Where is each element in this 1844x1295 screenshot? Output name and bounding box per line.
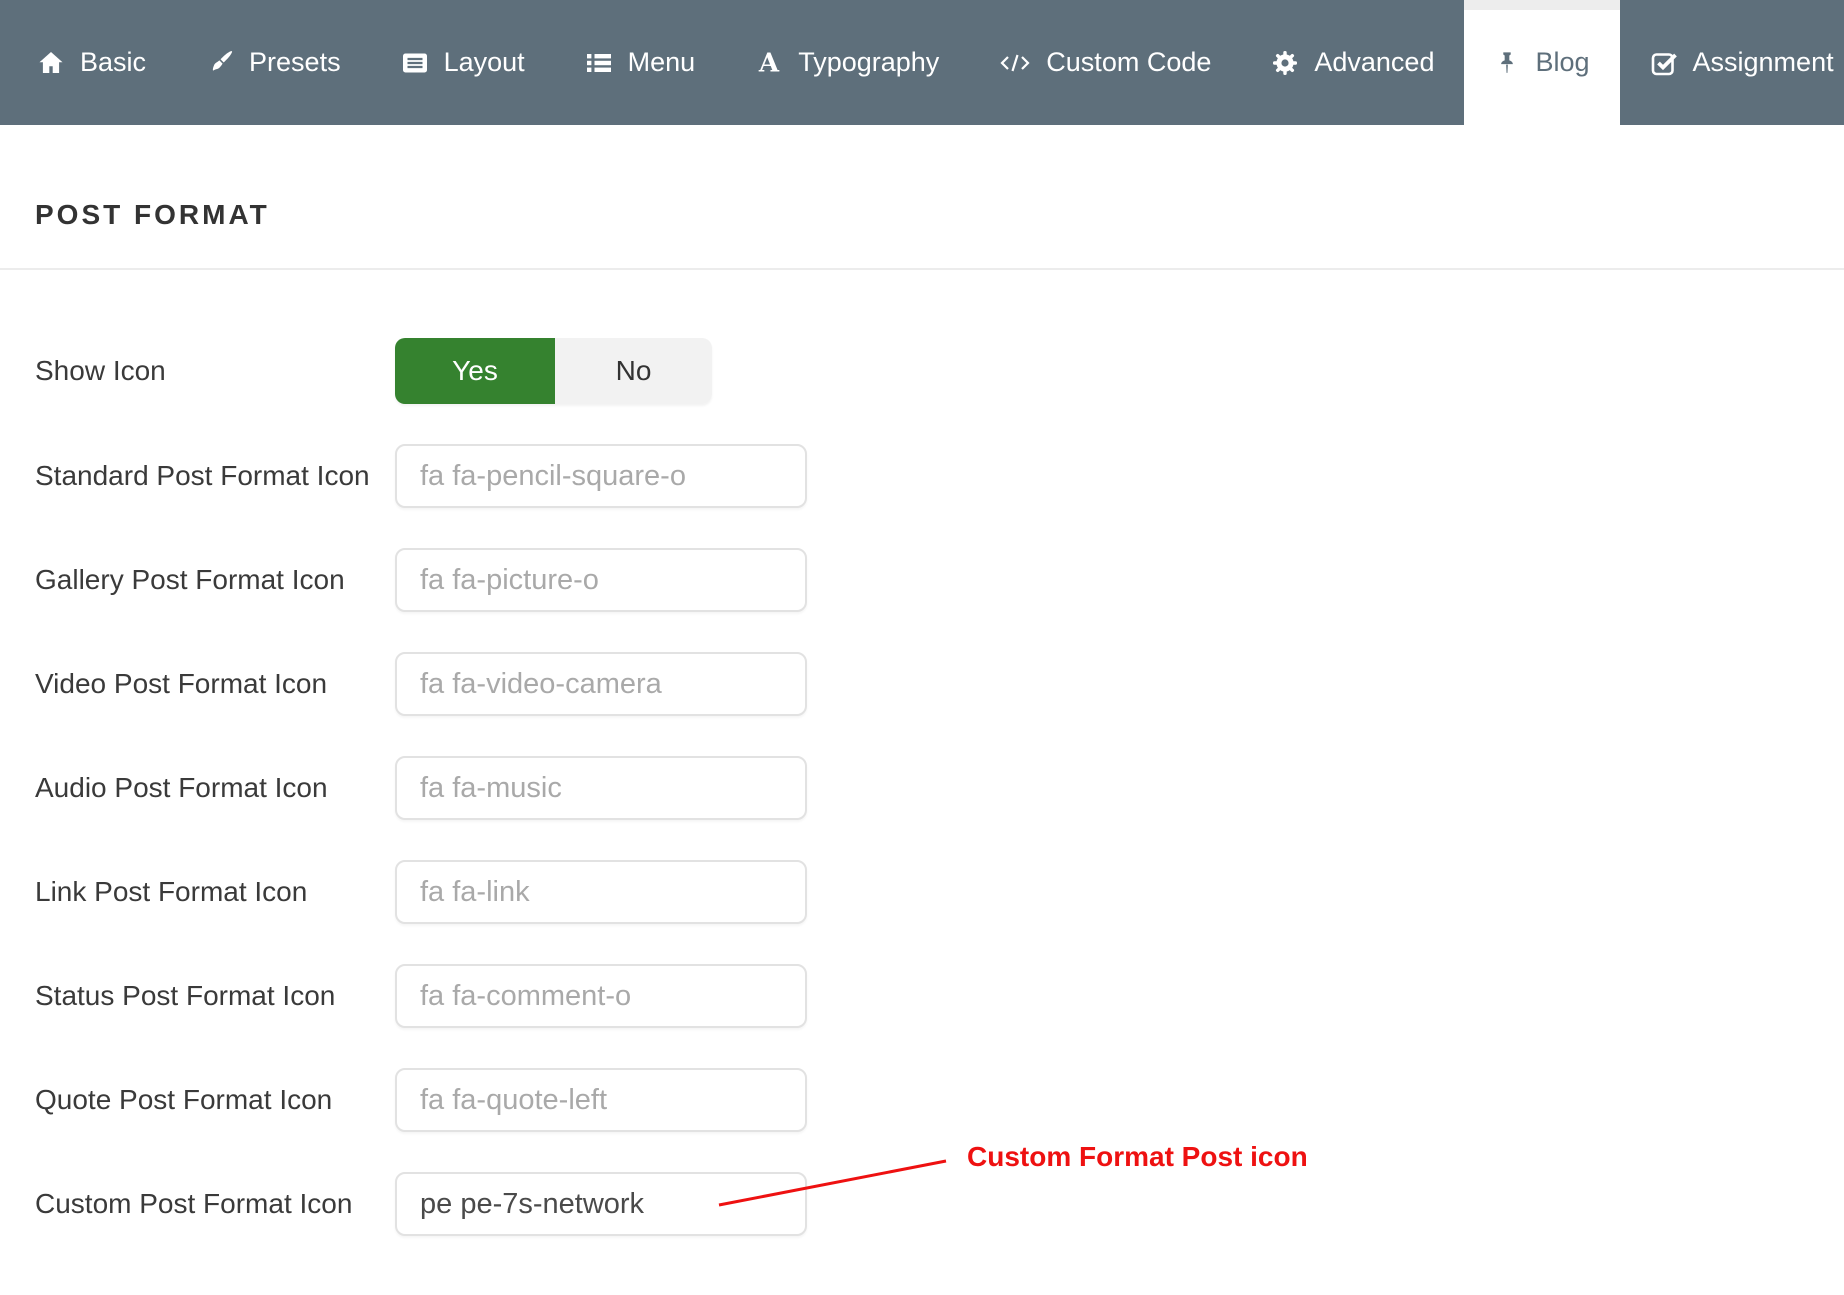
pushpin-icon [1494, 49, 1520, 77]
toggle-no-button[interactable]: No [555, 338, 712, 404]
page-title: POST FORMAT [35, 199, 1844, 231]
gallery-post-format-row: Gallery Post Format Icon [35, 548, 1844, 612]
tab-presets[interactable]: Presets [176, 0, 371, 125]
tab-label: Advanced [1314, 47, 1434, 78]
link-post-format-row: Link Post Format Icon [35, 860, 1844, 924]
standard-post-format-row: Standard Post Format Icon [35, 444, 1844, 508]
tab-advanced[interactable]: Advanced [1241, 0, 1464, 125]
field-label: Video Post Format Icon [35, 668, 395, 700]
tab-typography[interactable]: A Typography [725, 0, 969, 125]
typography-icon: A [755, 49, 783, 77]
tab-blog[interactable]: Blog [1464, 0, 1619, 125]
annotation-label: Custom Format Post icon [967, 1141, 1308, 1173]
field-label: Link Post Format Icon [35, 876, 395, 908]
tab-layout[interactable]: Layout [371, 0, 555, 125]
menu-list-icon [585, 49, 613, 77]
svg-text:A: A [758, 49, 780, 77]
tab-label: Presets [249, 47, 341, 78]
paintbrush-icon [206, 49, 234, 77]
code-icon [999, 49, 1031, 77]
video-post-format-row: Video Post Format Icon [35, 652, 1844, 716]
gear-icon [1271, 49, 1299, 77]
tab-label: Assignment [1693, 47, 1834, 78]
check-square-icon [1650, 49, 1678, 77]
custom-post-format-row: Custom Post Format Icon [35, 1172, 1844, 1236]
field-label: Status Post Format Icon [35, 980, 395, 1012]
tab-label: Custom Code [1046, 47, 1211, 78]
field-label: Audio Post Format Icon [35, 772, 395, 804]
field-label: Standard Post Format Icon [35, 460, 395, 492]
tab-label: Basic [80, 47, 146, 78]
field-label: Custom Post Format Icon [35, 1188, 395, 1220]
audio-post-format-input[interactable] [395, 756, 807, 820]
field-label: Gallery Post Format Icon [35, 564, 395, 596]
status-post-format-input[interactable] [395, 964, 807, 1028]
status-post-format-row: Status Post Format Icon [35, 964, 1844, 1028]
tab-label: Layout [444, 47, 525, 78]
custom-post-format-input[interactable] [395, 1172, 807, 1236]
quote-post-format-input[interactable] [395, 1068, 807, 1132]
tab-basic[interactable]: Basic [7, 0, 176, 125]
home-icon [37, 49, 65, 77]
tab-label: Typography [798, 47, 939, 78]
section-header: POST FORMAT [0, 125, 1844, 270]
link-post-format-input[interactable] [395, 860, 807, 924]
show-icon-toggle: Yes No [395, 338, 712, 404]
tab-custom-code[interactable]: Custom Code [969, 0, 1241, 125]
layout-icon [401, 49, 429, 77]
field-label: Quote Post Format Icon [35, 1084, 395, 1116]
tab-menu[interactable]: Menu [555, 0, 726, 125]
audio-post-format-row: Audio Post Format Icon [35, 756, 1844, 820]
tab-assignment[interactable]: Assignment [1620, 0, 1844, 125]
video-post-format-input[interactable] [395, 652, 807, 716]
tab-label: Blog [1535, 47, 1589, 78]
quote-post-format-row: Quote Post Format Icon [35, 1068, 1844, 1132]
toggle-yes-button[interactable]: Yes [395, 338, 555, 404]
standard-post-format-input[interactable] [395, 444, 807, 508]
field-label: Show Icon [35, 355, 395, 387]
show-icon-row: Show Icon Yes No [35, 338, 1844, 404]
gallery-post-format-input[interactable] [395, 548, 807, 612]
settings-tab-bar: Basic Presets Layout Menu A Typography C… [0, 0, 1844, 125]
tab-label: Menu [628, 47, 696, 78]
post-format-settings: Show Icon Yes No Standard Post Format Ic… [0, 270, 1844, 1236]
